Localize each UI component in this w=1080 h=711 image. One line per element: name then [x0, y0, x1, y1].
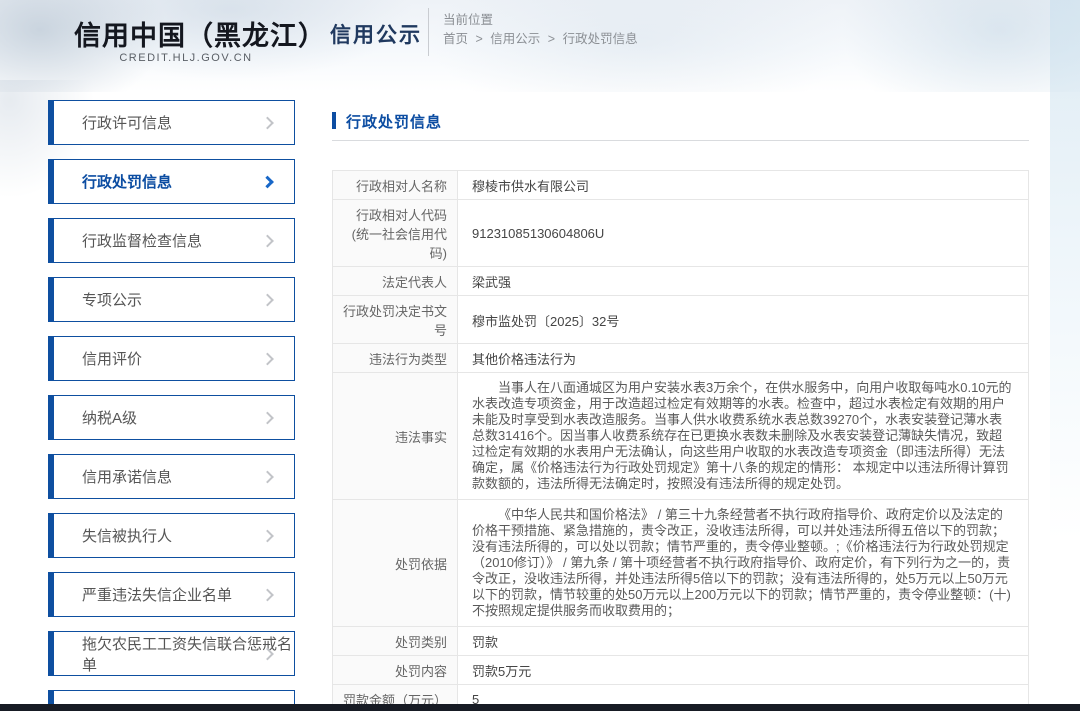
sidebar-item-credit-commitment[interactable]: 信用承诺信息: [48, 454, 295, 499]
row-value: 穆棱市供水有限公司: [458, 171, 1028, 199]
row-label: 行政相对人代码(统一社会信用代码): [333, 200, 458, 266]
sidebar-item-label: 专项公示: [82, 289, 142, 310]
sidebar-item-wage-arrears-list[interactable]: 拖欠农民工工资失信联合惩戒名单: [48, 631, 295, 676]
breadcrumb: 当前位置 首页 > 信用公示 > 行政处罚信息: [443, 11, 638, 49]
chevron-right-icon: [261, 588, 274, 601]
site-title: 信用中国（黑龙江）: [74, 14, 326, 53]
row-label: 处罚内容: [333, 656, 458, 684]
sidebar-item-credit-evaluation[interactable]: 信用评价: [48, 336, 295, 381]
row-label: 法定代表人: [333, 267, 458, 295]
row-label: 违法事实: [333, 373, 458, 499]
page-title: 行政处罚信息: [346, 111, 442, 132]
table-row: 行政相对人代码(统一社会信用代码) 91231085130604806U: [333, 200, 1028, 267]
sidebar-item-label: 信用承诺信息: [82, 466, 172, 487]
breadcrumb-path: 首页 > 信用公示 > 行政处罚信息: [443, 30, 638, 49]
row-value: 梁武强: [458, 267, 1028, 295]
breadcrumb-separator: >: [548, 32, 555, 46]
table-row: 行政处罚决定书文号 穆市监处罚〔2025〕32号: [333, 296, 1028, 344]
breadcrumb-label: 当前位置: [443, 11, 638, 30]
title-divider: [332, 140, 1029, 141]
breadcrumb-separator: >: [476, 32, 483, 46]
chevron-right-icon: [261, 470, 274, 483]
chevron-right-icon: [261, 352, 274, 365]
sidebar-item-serious-illegal-list[interactable]: 严重违法失信企业名单: [48, 572, 295, 617]
row-value: 穆市监处罚〔2025〕32号: [458, 296, 1028, 343]
sidebar-item-dishonest-executee[interactable]: 失信被执行人: [48, 513, 295, 558]
table-row-facts: 违法事实 当事人在八面通城区为用户安装水表3万余个，在供水服务中，向用户收取每吨…: [333, 373, 1028, 500]
chevron-right-icon: [261, 529, 274, 542]
sidebar-item-label: 严重违法失信企业名单: [82, 584, 232, 605]
sidebar-item-admin-supervision[interactable]: 行政监督检查信息: [48, 218, 295, 263]
chevron-right-icon: [261, 175, 274, 188]
sidebar-item-tax-grade-a[interactable]: 纳税A级: [48, 395, 295, 440]
table-row: 违法行为类型 其他价格违法行为: [333, 344, 1028, 373]
chevron-right-icon: [261, 116, 274, 129]
sidebar-nav: 行政许可信息 行政处罚信息 行政监督检查信息 专项公示 信用评价 纳税A级 信用…: [48, 100, 295, 711]
header-divider: [428, 8, 429, 56]
site-domain: CREDIT.HLJ.GOV.CN: [76, 52, 296, 64]
table-row-basis: 处罚依据 《中华人民共和国价格法》 / 第三十九条经营者不执行政府指导价、政府定…: [333, 500, 1028, 627]
sidebar-item-label: 行政监督检查信息: [82, 230, 202, 251]
section-title: 信用公示: [330, 19, 422, 49]
breadcrumb-home[interactable]: 首页: [443, 32, 468, 46]
chevron-right-icon: [261, 411, 274, 424]
sidebar-item-special-publicity[interactable]: 专项公示: [48, 277, 295, 322]
row-label: 处罚类别: [333, 627, 458, 655]
table-row: 法定代表人 梁武强: [333, 267, 1028, 296]
sidebar-item-admin-license[interactable]: 行政许可信息: [48, 100, 295, 145]
row-value: 91231085130604806U: [458, 200, 1028, 266]
table-row: 处罚内容 罚款5万元: [333, 656, 1028, 685]
row-value: 罚款5万元: [458, 656, 1028, 684]
breadcrumb-current: 行政处罚信息: [563, 32, 638, 46]
sidebar-item-label: 行政许可信息: [82, 112, 172, 133]
row-value: 罚款: [458, 627, 1028, 655]
table-row: 行政相对人名称 穆棱市供水有限公司: [333, 171, 1028, 200]
sidebar-item-label: 行政处罚信息: [82, 171, 172, 192]
breadcrumb-credit-publicity[interactable]: 信用公示: [490, 32, 540, 46]
sidebar-item-admin-penalty[interactable]: 行政处罚信息: [48, 159, 295, 204]
row-value: 其他价格违法行为: [458, 344, 1028, 372]
chevron-right-icon: [261, 293, 274, 306]
row-label: 行政处罚决定书文号: [333, 296, 458, 343]
chevron-right-icon: [261, 234, 274, 247]
row-value: 《中华人民共和国价格法》 / 第三十九条经营者不执行政府指导价、政府定价以及法定…: [458, 500, 1028, 626]
row-label: 违法行为类型: [333, 344, 458, 372]
row-label: 处罚依据: [333, 500, 458, 626]
table-row: 处罚类别 罚款: [333, 627, 1028, 656]
penalty-detail-table: 行政相对人名称 穆棱市供水有限公司 行政相对人代码(统一社会信用代码) 9123…: [332, 170, 1029, 711]
row-label: 行政相对人名称: [333, 171, 458, 199]
sidebar-item-label: 失信被执行人: [82, 525, 172, 546]
sidebar-item-label: 纳税A级: [82, 407, 137, 428]
bottom-bar: [0, 704, 1080, 711]
sidebar-item-label: 信用评价: [82, 348, 142, 369]
row-value: 当事人在八面通城区为用户安装水表3万余个，在供水服务中，向用户收取每吨水0.10…: [458, 373, 1028, 499]
title-accent-bar: [332, 112, 336, 129]
